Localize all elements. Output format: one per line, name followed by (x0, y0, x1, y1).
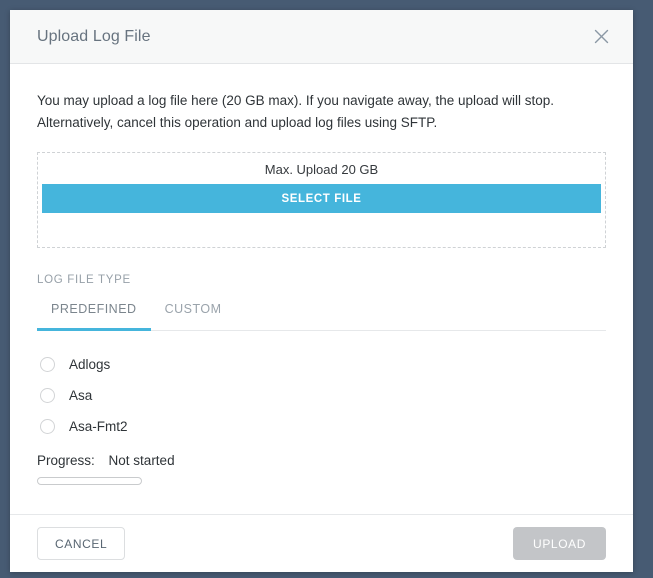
radio-icon[interactable] (40, 419, 55, 434)
list-item[interactable]: Asa-Fmt2 (37, 411, 606, 442)
progress-line: Progress: Not started (37, 453, 606, 468)
tab-predefined[interactable]: PREDEFINED (37, 302, 151, 331)
dialog-body: You may upload a log file here (20 GB ma… (10, 64, 633, 514)
intro-text: You may upload a log file here (20 GB ma… (37, 64, 606, 134)
list-item-label: Adlogs (69, 357, 111, 372)
tab-custom[interactable]: CUSTOM (151, 302, 236, 330)
progress-bar (37, 477, 142, 485)
progress-status: Not started (108, 453, 175, 468)
progress-area: Progress: Not started (37, 453, 606, 485)
upload-button[interactable]: UPLOAD (513, 527, 606, 560)
upload-log-file-dialog: Upload Log File You may upload a log fil… (10, 10, 633, 572)
list-item[interactable]: Adlogs (37, 349, 606, 380)
intro-line-1: You may upload a log file here (20 GB ma… (37, 93, 555, 108)
dialog-header: Upload Log File (10, 10, 633, 64)
select-file-button[interactable]: SELECT FILE (42, 184, 601, 213)
cancel-button[interactable]: CANCEL (37, 527, 126, 560)
log-file-type-label: LOG FILE TYPE (37, 274, 131, 286)
radio-icon[interactable] (40, 357, 55, 372)
progress-label: Progress: (37, 453, 95, 468)
list-item[interactable]: Asa (37, 380, 606, 411)
dialog-title: Upload Log File (37, 27, 151, 45)
max-upload-label: Max. Upload 20 GB (264, 162, 379, 177)
radio-icon[interactable] (40, 388, 55, 403)
list-item-label: Asa-Fmt2 (69, 419, 128, 434)
list-item-label: Asa (69, 388, 93, 403)
log-file-type-options-list: Adlogs Asa Asa-Fmt2 (37, 349, 606, 445)
dialog-footer: CANCEL UPLOAD (10, 514, 633, 572)
file-dropzone[interactable]: Max. Upload 20 GB SELECT FILE (37, 152, 606, 248)
intro-line-2: Alternatively, cancel this operation and… (37, 115, 438, 130)
log-file-type-tabs: PREDEFINED CUSTOM (37, 302, 606, 331)
close-icon[interactable] (587, 23, 615, 51)
